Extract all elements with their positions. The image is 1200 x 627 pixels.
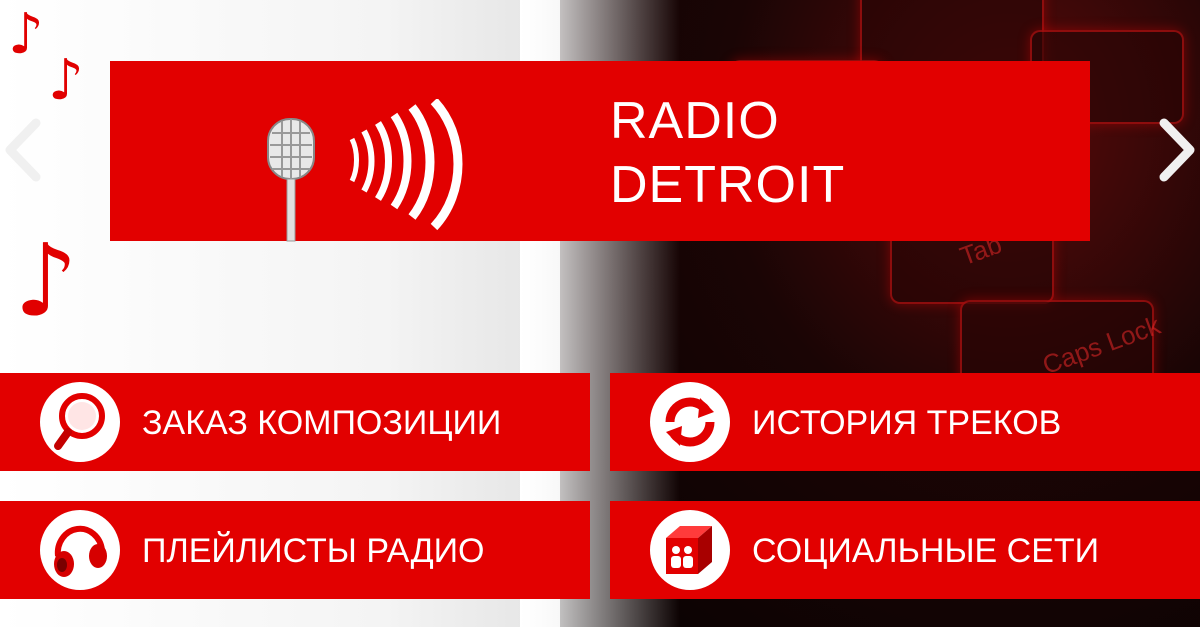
menu-item-track-history[interactable]: ИСТОРИЯ ТРЕКОВ bbox=[610, 373, 1200, 471]
menu-item-order-song[interactable]: ЗАКАЗ КОМПОЗИЦИИ bbox=[0, 373, 590, 471]
music-note-icon: ♪ bbox=[8, 2, 44, 67]
menu-item-label: ИСТОРИЯ ТРЕКОВ bbox=[752, 404, 1062, 442]
carousel-next-button[interactable] bbox=[1154, 115, 1200, 185]
music-note-icon: ♪ bbox=[48, 48, 84, 113]
menu-item-label: ПЛЕЙЛИСТЫ РАДИО bbox=[142, 532, 485, 570]
title-line-2: DETROIT bbox=[610, 156, 846, 214]
chevron-left-icon bbox=[5, 118, 41, 182]
menu-item-playlists[interactable]: ПЛЕЙЛИСТЫ РАДИО bbox=[0, 501, 590, 599]
menu-item-label: СОЦИАЛЬНЫЕ СЕТИ bbox=[752, 532, 1100, 570]
magnifier-icon bbox=[40, 382, 120, 462]
headphones-icon bbox=[40, 510, 120, 590]
page-title: RADIO DETROIT bbox=[610, 89, 845, 217]
menu-item-social[interactable]: СОЦИАЛЬНЫЕ СЕТИ bbox=[610, 501, 1200, 599]
microphone-icon bbox=[267, 99, 463, 242]
hero-banner: RADIO DETROIT bbox=[110, 61, 1090, 242]
refresh-icon bbox=[650, 382, 730, 462]
chevron-right-icon bbox=[1159, 118, 1195, 182]
music-note-icon: ♪ bbox=[14, 222, 78, 339]
social-cube-icon bbox=[650, 510, 730, 590]
menu-item-label: ЗАКАЗ КОМПОЗИЦИИ bbox=[142, 404, 502, 442]
carousel-prev-button[interactable] bbox=[0, 115, 46, 185]
title-line-1: RADIO bbox=[610, 92, 780, 150]
